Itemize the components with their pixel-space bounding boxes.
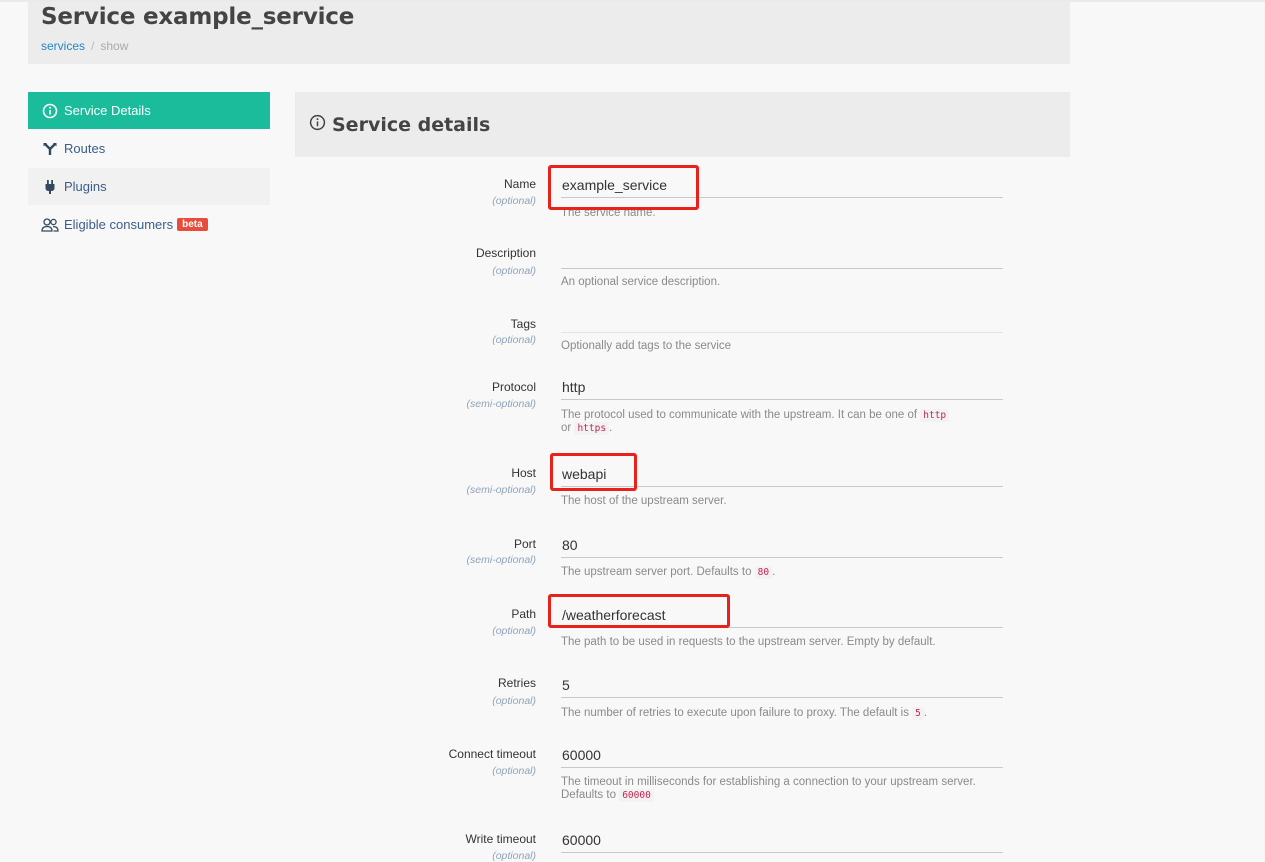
- protocol-input[interactable]: http: [561, 376, 1003, 400]
- sidebar-item-label: Routes: [64, 141, 106, 156]
- field-qualifier: (optional): [492, 334, 536, 346]
- code-60000: 60000: [619, 789, 654, 802]
- page-title: Service example_service: [41, 4, 355, 30]
- field-label: Path: [511, 607, 536, 621]
- users-icon: [41, 216, 59, 234]
- field-label: Protocol: [491, 380, 536, 394]
- field-qualifier: (optional): [492, 850, 536, 862]
- info-circle-icon: [309, 114, 326, 136]
- info-circle-icon: [41, 102, 59, 120]
- field-qualifier: (optional): [492, 695, 536, 707]
- routes-icon: [41, 140, 59, 158]
- field-help: The upstream server port. Defaults to 80…: [561, 566, 776, 579]
- field-qualifier: (optional): [492, 195, 536, 207]
- field-qualifier: (semi-optional): [466, 398, 536, 410]
- port-input[interactable]: 80: [561, 534, 1003, 558]
- sidebar-item-label: Service Details: [64, 103, 151, 118]
- field-label: Port: [513, 537, 536, 551]
- sidebar-item-label: Eligible consumers: [64, 217, 174, 232]
- connect-timeout-input[interactable]: 60000: [561, 744, 1003, 768]
- field-qualifier: (semi-optional): [466, 484, 536, 496]
- field-help: The protocol used to communicate with th…: [561, 409, 1003, 435]
- code-https: https: [574, 422, 610, 435]
- field-qualifier: (optional): [492, 765, 536, 777]
- breadcrumb-current: show: [100, 39, 129, 53]
- field-qualifier: (optional): [492, 625, 536, 637]
- field-help: Optionally add tags to the service: [561, 340, 732, 352]
- field-qualifier: (optional): [492, 265, 536, 277]
- panel-title: Service details: [332, 113, 491, 136]
- breadcrumb-services-link[interactable]: services: [41, 39, 85, 53]
- field-help: The timeout in milliseconds for establis…: [561, 776, 976, 802]
- plug-icon: [41, 178, 59, 196]
- field-help: The number of retries to execute upon fa…: [561, 707, 928, 720]
- field-label: Tags: [510, 317, 536, 331]
- tags-input[interactable]: [561, 309, 1003, 333]
- sidebar-item-routes[interactable]: Routes: [28, 130, 270, 167]
- code-80: 80: [754, 566, 773, 579]
- field-label: Description: [475, 246, 536, 260]
- highlight-box: [550, 453, 637, 491]
- description-input[interactable]: [561, 245, 1003, 269]
- write-timeout-input[interactable]: 60000: [561, 829, 1003, 853]
- breadcrumb: services / show: [41, 39, 129, 53]
- highlight-box: [548, 165, 699, 210]
- sidebar-item-label: Plugins: [64, 179, 107, 194]
- sidebar-item-plugins[interactable]: Plugins: [28, 168, 270, 205]
- sidebar-item-service-details[interactable]: Service Details: [28, 92, 270, 129]
- beta-badge: beta: [177, 218, 208, 231]
- field-help: The host of the upstream server.: [561, 495, 727, 507]
- field-label: Retries: [497, 676, 536, 690]
- field-label: Connect timeout: [448, 747, 536, 761]
- highlight-box: [548, 594, 730, 628]
- field-label: Name: [503, 177, 536, 191]
- sidebar-item-eligible-consumers[interactable]: Eligible consumers beta: [28, 206, 270, 243]
- field-help: An optional service description.: [561, 276, 721, 288]
- sidebar: Service Details Routes Plugins Eligible …: [28, 92, 270, 244]
- code-5: 5: [912, 707, 924, 720]
- field-label: Write timeout: [465, 832, 536, 846]
- field-help: The path to be used in requests to the u…: [561, 636, 936, 648]
- code-http: http: [920, 409, 950, 422]
- field-label: Host: [511, 466, 536, 480]
- retries-input[interactable]: 5: [561, 674, 1003, 698]
- panel-header: Service details: [295, 92, 1070, 157]
- field-qualifier: (semi-optional): [466, 554, 536, 566]
- page-header: Service example_service services / show: [28, 2, 1070, 64]
